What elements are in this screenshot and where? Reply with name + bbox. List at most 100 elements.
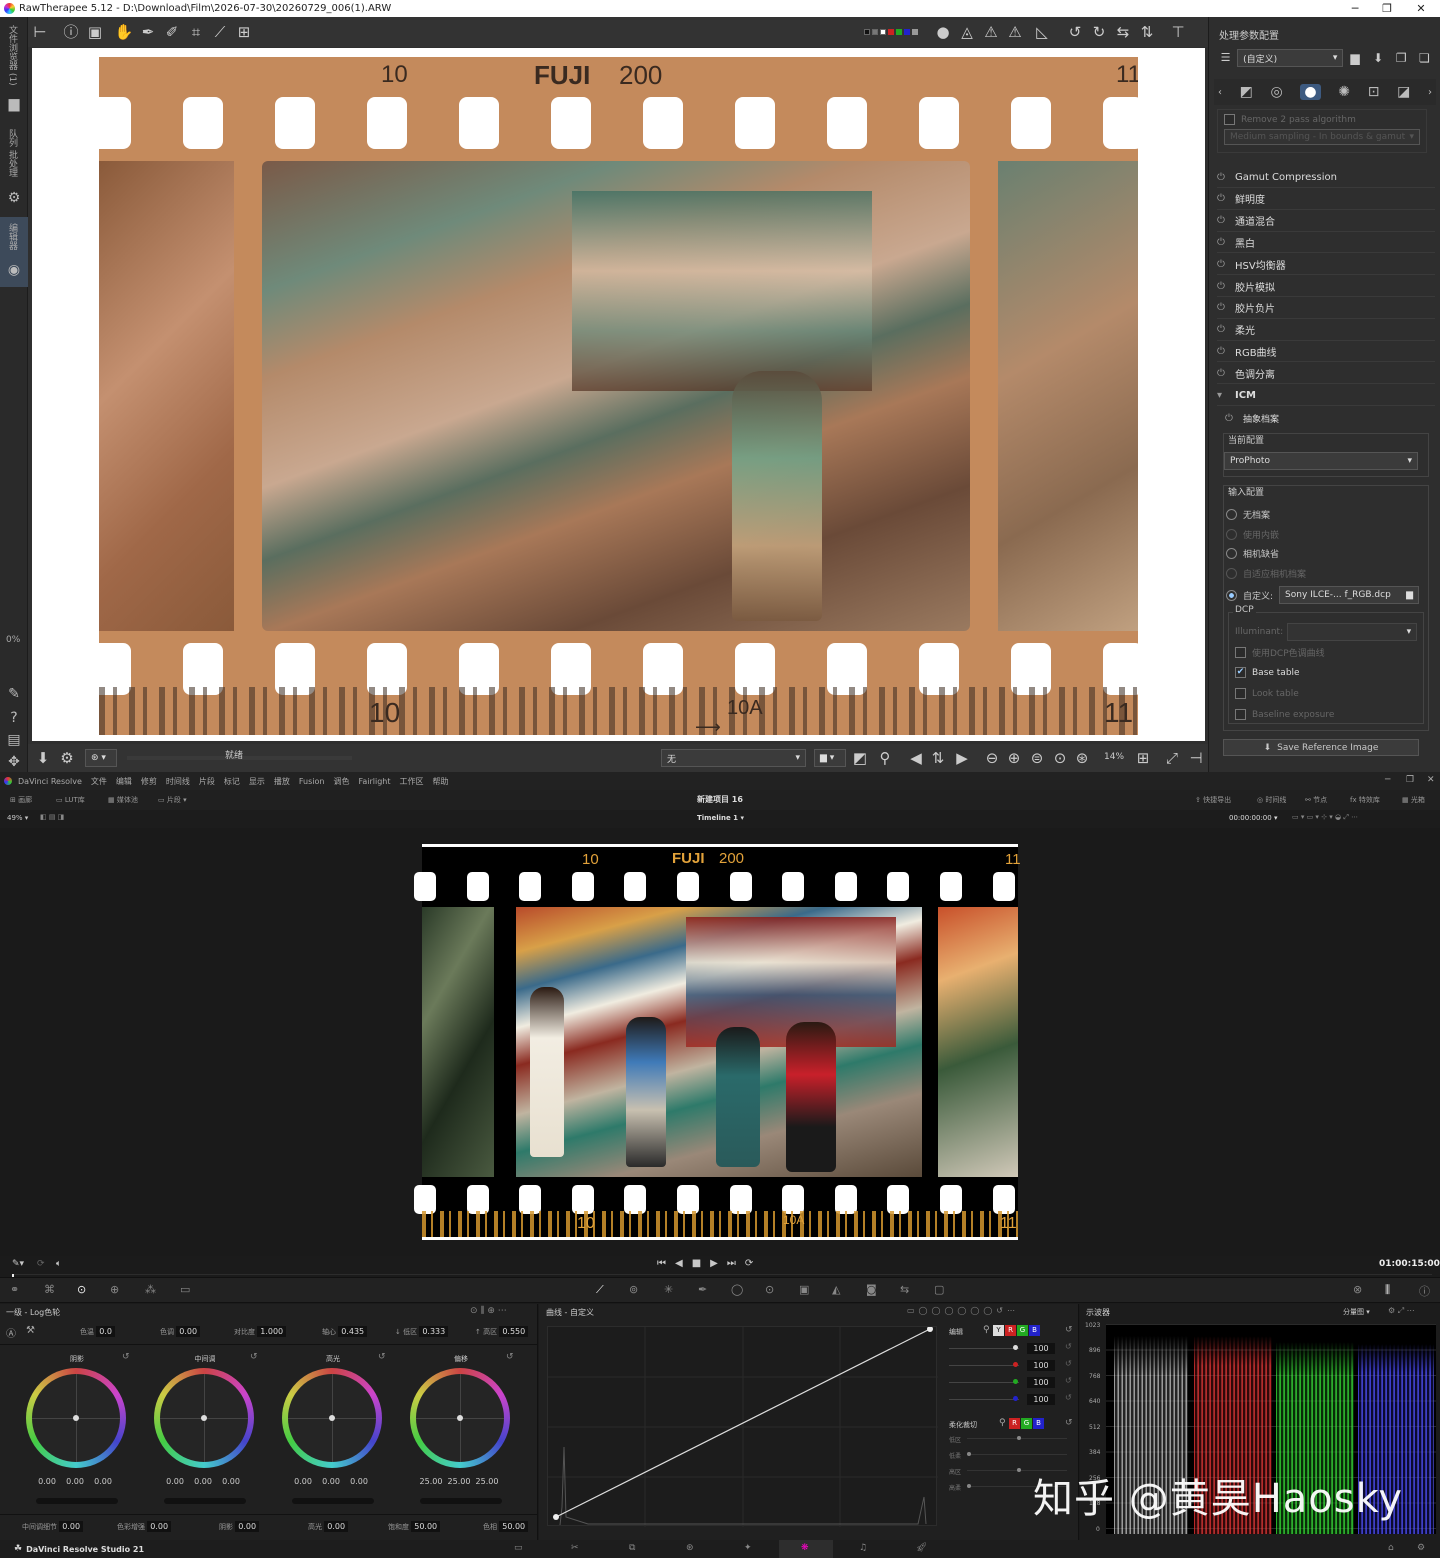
abstract-profile-row[interactable]: ⏻ 抽象档案 bbox=[1225, 408, 1425, 429]
soft-clip-r[interactable]: R bbox=[1009, 1418, 1020, 1429]
param-color-boost[interactable]: 色彩增强 0.00 bbox=[117, 1521, 172, 1532]
intensity-g[interactable]: 100 bbox=[1027, 1377, 1055, 1388]
lightbox-button[interactable]: ▦ 光箱 bbox=[1402, 795, 1425, 805]
right-panel-toggle-icon[interactable]: ⊣ bbox=[1185, 747, 1207, 769]
sizing-icon[interactable]: ⇆ bbox=[900, 1283, 909, 1296]
chevron-left-icon[interactable]: ‹ bbox=[1218, 87, 1222, 98]
wheel-puck[interactable] bbox=[73, 1415, 79, 1421]
timeline-button[interactable]: ◎ 时间线 bbox=[1257, 795, 1286, 805]
channel-white-icon[interactable] bbox=[880, 29, 886, 35]
intensity-b[interactable]: 100 bbox=[1027, 1394, 1055, 1405]
tab-file-browser[interactable]: 文件浏览器 (1) bbox=[6, 25, 19, 95]
section-row[interactable]: ⏻ Gamut Compression bbox=[1217, 167, 1435, 188]
folder-icon[interactable]: ▆ bbox=[5, 95, 23, 113]
copy-profile-icon[interactable]: ❐ bbox=[1391, 47, 1412, 69]
paste-profile-icon[interactable]: ❏ bbox=[1414, 47, 1435, 69]
highlight-warning-icon[interactable]: ⚠ bbox=[980, 21, 1002, 43]
pin-thumbnail-icon[interactable]: ⚲ bbox=[874, 747, 896, 769]
flip-horizontal-icon[interactable]: ⇆ bbox=[1112, 21, 1134, 43]
section-row[interactable]: ⏻ 胶片负片 bbox=[1217, 298, 1435, 319]
primaries-mode-icons[interactable]: ⊙ ⫼ ⊕ ⋯ bbox=[470, 1306, 507, 1316]
page-cut-icon[interactable]: ✂ bbox=[571, 1543, 579, 1553]
quick-export-button[interactable]: ⇪ 快捷导出 bbox=[1195, 795, 1231, 805]
queue-icon[interactable]: ⚙ bbox=[56, 747, 78, 769]
prev-image-icon[interactable]: ◀ bbox=[905, 747, 927, 769]
power-icon[interactable]: ⏻ bbox=[1217, 172, 1229, 183]
master-wheel[interactable] bbox=[36, 1498, 118, 1504]
wheel-r[interactable]: 0.00 bbox=[319, 1477, 343, 1486]
section-row[interactable]: ⏻ 通道混合 bbox=[1217, 211, 1435, 232]
profile-dropdown[interactable]: (自定义) ▾ bbox=[1237, 49, 1344, 67]
dv-maximize-icon[interactable]: ❐ bbox=[1406, 775, 1414, 785]
power-icon[interactable]: ⏻ bbox=[1217, 368, 1229, 379]
working-profile-dropdown[interactable]: ProPhoto ▾ bbox=[1224, 452, 1418, 470]
color-wheels-icon[interactable]: ⊙ bbox=[77, 1283, 86, 1296]
curve-graph[interactable] bbox=[548, 1326, 938, 1527]
shadow-clip-icon[interactable]: ◬ bbox=[956, 21, 978, 43]
curve-point-white[interactable] bbox=[927, 1326, 933, 1332]
reset-icon[interactable]: ↺ bbox=[506, 1352, 514, 1362]
zoom-fit-icon[interactable]: ⊜ bbox=[1026, 747, 1048, 769]
param-tint[interactable]: 色调 0.00 bbox=[160, 1326, 201, 1337]
custom-profile-file[interactable]: Sony ILCE-... f_RGB.dcp ▆ bbox=[1279, 586, 1420, 604]
link-icon[interactable]: ⚲ bbox=[999, 1418, 1006, 1428]
radio-camera-default[interactable]: 相机缺省 bbox=[1226, 547, 1279, 560]
wheel-b[interactable]: 0.00 bbox=[91, 1477, 115, 1486]
preset-dropdown[interactable]: 无 ▾ bbox=[661, 749, 806, 767]
page-edit-icon[interactable]: ⧉ bbox=[629, 1543, 635, 1553]
channel-y-button[interactable]: Y bbox=[993, 1325, 1004, 1336]
save-icon[interactable]: ⬇ bbox=[32, 747, 54, 769]
section-row[interactable]: ⏻ RGB曲线 bbox=[1217, 341, 1435, 363]
param-temp[interactable]: 色温 0.0 bbox=[80, 1326, 115, 1337]
power-icon[interactable]: ⏻ bbox=[1217, 237, 1229, 248]
param-highlights[interactable]: 高光 0.00 bbox=[308, 1521, 349, 1532]
power-icon[interactable]: ⏻ bbox=[1217, 324, 1229, 335]
wheel-y[interactable]: 0.00 bbox=[163, 1477, 187, 1486]
rotate-right-icon[interactable]: ↻ bbox=[1088, 21, 1110, 43]
menu-edit[interactable]: 编辑 bbox=[116, 776, 132, 787]
white-balance-picker-icon[interactable]: ✒ bbox=[137, 21, 159, 43]
wheel-y[interactable]: 0.00 bbox=[35, 1477, 59, 1486]
timeline-name[interactable]: Timeline 1 ▾ bbox=[697, 814, 744, 822]
zoom-crop-icon[interactable]: ⊛ bbox=[1071, 747, 1093, 769]
crop-icon[interactable]: ⌗ bbox=[185, 21, 207, 43]
param-shadows[interactable]: 阴影 0.00 bbox=[219, 1521, 260, 1532]
wheel-puck[interactable] bbox=[201, 1415, 207, 1421]
menu-fairlight[interactable]: Fairlight bbox=[358, 777, 390, 786]
radio-custom[interactable]: 自定义: Sony ILCE-... f_RGB.dcp ▆ bbox=[1226, 586, 1426, 604]
dv-close-icon[interactable]: ✕ bbox=[1427, 775, 1435, 785]
reset-icon[interactable]: ↺ bbox=[1065, 1418, 1073, 1428]
page-media-icon[interactable]: ▭ bbox=[514, 1543, 523, 1553]
motion-effects-icon[interactable]: ▭ bbox=[180, 1283, 190, 1296]
channel-gray-icon[interactable] bbox=[872, 29, 878, 35]
base-table-checkbox[interactable]: ✔ Base table bbox=[1235, 667, 1300, 678]
tab-detail[interactable]: ◎ bbox=[1271, 84, 1283, 100]
wheel-r[interactable]: 25.00 bbox=[447, 1477, 471, 1486]
close-icon[interactable]: ✕ bbox=[1404, 0, 1438, 17]
menu-timeline[interactable]: 时间线 bbox=[166, 776, 190, 787]
section-icm[interactable]: ▾ ICM bbox=[1217, 385, 1435, 406]
gears-icon[interactable]: ⚙ bbox=[5, 189, 23, 207]
reset-icon[interactable]: Ⓐ bbox=[6, 1325, 16, 1340]
radio-no-profile[interactable]: 无档案 bbox=[1226, 508, 1270, 521]
soft-clip-g[interactable]: G bbox=[1021, 1418, 1032, 1429]
wheel-r[interactable]: 0.00 bbox=[191, 1477, 215, 1486]
channel-luma-icon[interactable] bbox=[912, 29, 918, 35]
reset-icon[interactable]: ↺ bbox=[122, 1352, 130, 1362]
wheel-b[interactable]: 25.00 bbox=[475, 1477, 499, 1486]
magic-mask-icon[interactable]: ▣ bbox=[799, 1283, 809, 1296]
param-midtone-detail[interactable]: 中间调细节 0.00 bbox=[22, 1521, 84, 1532]
info-icon[interactable]: ⓘ bbox=[60, 21, 82, 43]
straighten-icon[interactable]: ⟋ bbox=[209, 21, 231, 43]
channel-red-icon[interactable] bbox=[888, 29, 894, 35]
sync-icon[interactable]: ⇅ bbox=[927, 747, 949, 769]
reset-icon[interactable]: ↺ bbox=[1065, 1325, 1073, 1335]
menu-workspace[interactable]: 工作区 bbox=[400, 776, 424, 787]
param-low-range[interactable]: ↓ 低区 0.333 bbox=[395, 1326, 449, 1337]
wheel-b[interactable]: 0.00 bbox=[219, 1477, 243, 1486]
save-reference-button[interactable]: ⬇ Save Reference Image bbox=[1223, 739, 1419, 756]
perspective-icon[interactable]: ⊞ bbox=[233, 21, 255, 43]
histogram-icon[interactable]: ◺ bbox=[1031, 21, 1053, 43]
pencil-icon[interactable]: ✎▾ bbox=[12, 1259, 24, 1269]
chevron-right-icon[interactable]: › bbox=[1428, 87, 1432, 98]
